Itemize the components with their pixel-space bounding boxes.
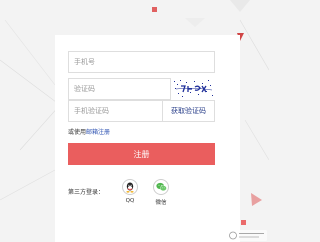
get-code-button[interactable]: 获取验证码 xyxy=(162,101,214,121)
phone-input[interactable] xyxy=(69,52,214,72)
wechat-icon xyxy=(153,179,169,195)
qq-login-button[interactable]: QQ xyxy=(118,179,142,204)
watermark-logo xyxy=(227,230,267,241)
register-button[interactable]: 注册 xyxy=(68,143,215,165)
qq-icon xyxy=(122,179,138,195)
phone-field[interactable] xyxy=(68,51,215,73)
sms-code-field[interactable]: 获取验证码 xyxy=(68,100,215,122)
captcha-field[interactable] xyxy=(68,78,171,100)
wechat-login-button[interactable]: 微信 xyxy=(149,179,173,206)
wechat-label: 微信 xyxy=(155,200,167,206)
register-card: 获取验证码 或使用邮箱注册 注册 第三方登录： QQ xyxy=(55,35,240,242)
third-party-label: 第三方登录： xyxy=(68,189,105,196)
email-register-link[interactable]: 邮箱注册 xyxy=(86,129,110,136)
captcha-input[interactable] xyxy=(69,79,170,99)
captcha-image[interactable] xyxy=(172,78,215,100)
email-register-line: 或使用邮箱注册 xyxy=(68,127,110,136)
email-register-prefix: 或使用 xyxy=(68,129,87,136)
qq-label: QQ xyxy=(125,198,135,204)
